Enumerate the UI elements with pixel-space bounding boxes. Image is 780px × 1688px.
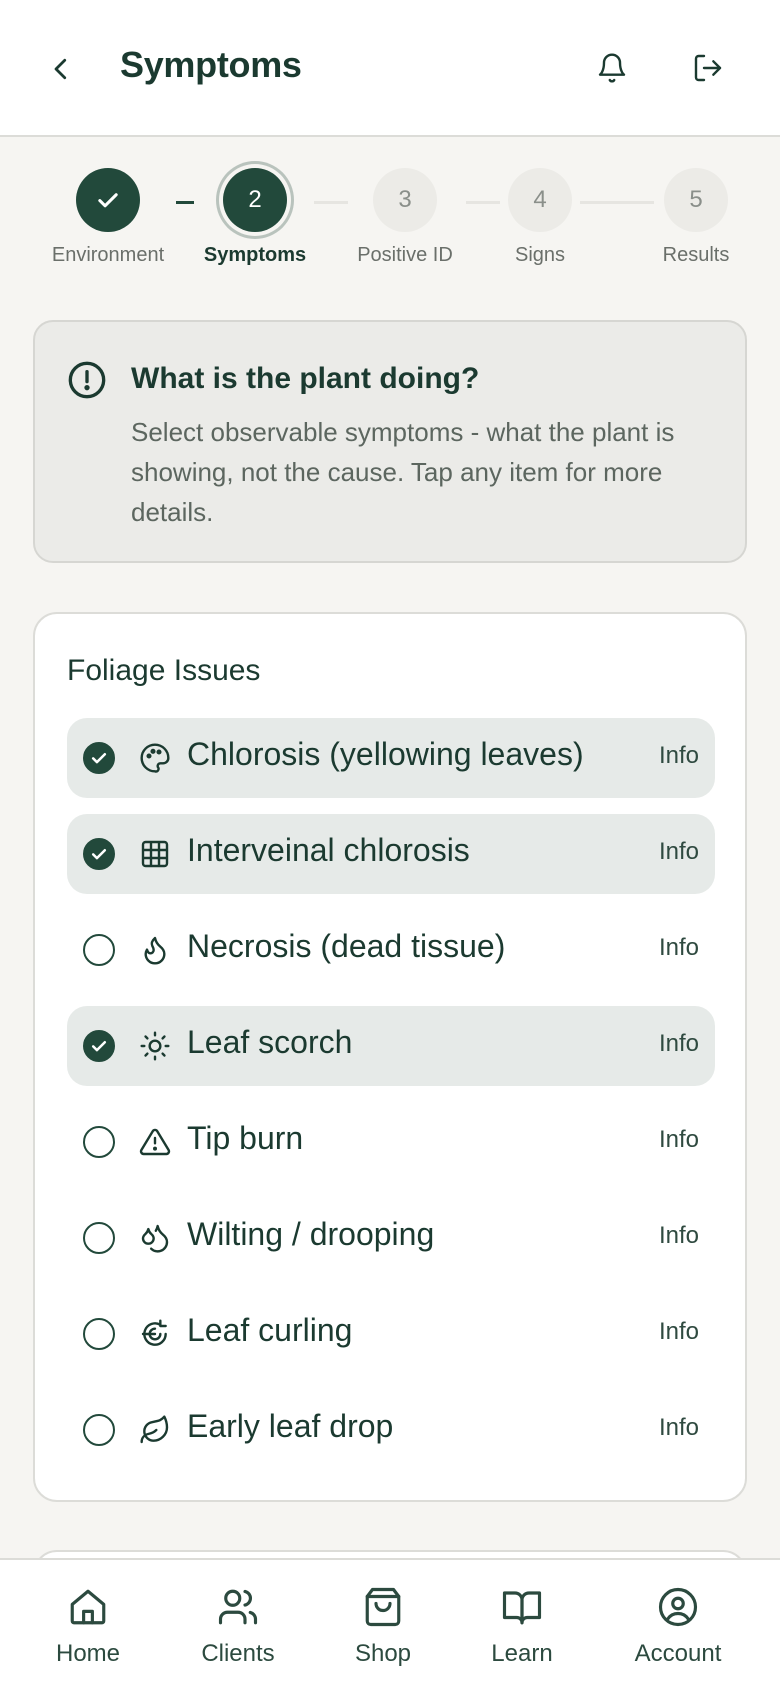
step-positive-id[interactable]: 3 Positive ID — [345, 168, 465, 267]
symptom-row-wilting[interactable]: Wilting / drooping Info — [67, 1198, 715, 1278]
step-label: Symptoms — [203, 244, 307, 266]
logout-button[interactable] — [686, 46, 730, 90]
bell-icon — [598, 53, 626, 83]
step-signs[interactable]: 4 Signs — [480, 168, 600, 267]
instruction-title: What is the plant doing? — [131, 362, 480, 395]
info-link[interactable]: Info — [659, 934, 699, 962]
instruction-card: What is the plant doing? Select observab… — [33, 320, 747, 563]
user-circle-icon — [658, 1587, 698, 1627]
logout-icon — [694, 54, 722, 82]
nav-label: Clients — [201, 1640, 275, 1667]
check-icon — [91, 753, 107, 764]
checkbox-unchecked[interactable] — [83, 1414, 115, 1446]
nav-learn[interactable]: Learn — [462, 1586, 582, 1668]
nav-home[interactable]: Home — [28, 1586, 148, 1668]
step-symptoms[interactable]: 2 Symptoms — [195, 168, 315, 267]
step-connector — [176, 201, 194, 204]
nav-label: Learn — [491, 1640, 553, 1667]
symptom-label: Early leaf drop — [187, 1408, 394, 1444]
step-circle: 5 — [664, 168, 728, 232]
nav-clients[interactable]: Clients — [178, 1586, 298, 1668]
app-header: Symptoms — [0, 0, 780, 137]
nav-label: Shop — [354, 1640, 412, 1667]
step-connector — [314, 201, 348, 204]
symptom-row-chlorosis[interactable]: Chlorosis (yellowing leaves) Info — [67, 718, 715, 798]
back-button[interactable] — [40, 48, 82, 90]
info-link[interactable]: Info — [659, 838, 699, 866]
instruction-text: Select observable symptoms - what the pl… — [131, 417, 675, 527]
nav-label: Home — [55, 1640, 121, 1667]
flame-icon — [144, 936, 166, 965]
leaf-icon — [140, 1415, 169, 1444]
nav-account[interactable]: Account — [618, 1586, 738, 1668]
checkbox-checked[interactable] — [83, 742, 115, 774]
users-icon — [218, 1589, 258, 1625]
warning-icon — [139, 1128, 171, 1156]
symptom-list: Chlorosis (yellowing leaves) Info Interv… — [67, 718, 715, 1486]
section-title: Foliage Issues — [67, 654, 261, 687]
symptom-row-interveinal-chlorosis[interactable]: Interveinal chlorosis Info — [67, 814, 715, 894]
info-link[interactable]: Info — [659, 1318, 699, 1346]
symptom-row-necrosis[interactable]: Necrosis (dead tissue) Info — [67, 910, 715, 990]
step-environment[interactable]: Environment — [48, 168, 168, 267]
book-icon — [502, 1591, 542, 1625]
step-results[interactable]: 5 Results — [636, 168, 756, 267]
step-label: Results — [662, 244, 730, 266]
grid-icon — [141, 840, 169, 868]
info-link[interactable]: Info — [659, 1222, 699, 1250]
home-icon — [70, 1589, 106, 1625]
progress-stepper: Environment 2 Symptoms 3 Positive ID 4 S… — [0, 150, 780, 280]
checkbox-unchecked[interactable] — [83, 1222, 115, 1254]
symptom-label: Interveinal chlorosis — [187, 832, 470, 868]
symptom-label: Tip burn — [187, 1120, 304, 1156]
step-label: Signs — [514, 244, 566, 266]
notifications-button[interactable] — [590, 46, 634, 90]
step-label: Positive ID — [357, 244, 453, 266]
info-link[interactable]: Info — [659, 742, 699, 770]
checkbox-unchecked[interactable] — [83, 1126, 115, 1158]
checkbox-checked[interactable] — [83, 838, 115, 870]
info-link[interactable]: Info — [659, 1030, 699, 1058]
symptom-row-tip-burn[interactable]: Tip burn Info — [67, 1102, 715, 1182]
info-link[interactable]: Info — [659, 1126, 699, 1154]
step-circle-done — [76, 168, 140, 232]
sun-icon — [140, 1031, 170, 1061]
checkbox-unchecked[interactable] — [83, 1318, 115, 1350]
symptom-label: Necrosis (dead tissue) — [187, 928, 506, 964]
curl-icon — [141, 1319, 167, 1346]
symptom-row-leaf-curling[interactable]: Leaf curling Info — [67, 1294, 715, 1374]
step-circle: 4 — [508, 168, 572, 232]
check-icon — [91, 1041, 107, 1052]
check-icon — [91, 849, 107, 860]
shopping-bag-icon — [365, 1587, 401, 1627]
alert-circle-icon — [68, 361, 106, 399]
info-link[interactable]: Info — [659, 1414, 699, 1442]
nav-label: Account — [634, 1640, 722, 1667]
palette-icon — [140, 743, 170, 773]
symptom-label: Leaf scorch — [187, 1024, 353, 1060]
symptom-label: Leaf curling — [187, 1312, 353, 1348]
symptom-label: Wilting / drooping — [187, 1216, 435, 1252]
step-circle-current: 2 — [223, 168, 287, 232]
symptom-row-leaf-scorch[interactable]: Leaf scorch Info — [67, 1006, 715, 1086]
checkbox-unchecked[interactable] — [83, 934, 115, 966]
foliage-issues-card: Foliage Issues Chlorosis (yellowing leav… — [33, 612, 747, 1502]
step-circle: 3 — [373, 168, 437, 232]
nav-shop[interactable]: Shop — [323, 1586, 443, 1668]
check-icon — [98, 193, 118, 208]
droplets-icon — [141, 1224, 169, 1253]
chevron-left-icon — [54, 58, 67, 80]
checkbox-checked[interactable] — [83, 1030, 115, 1062]
page-title: Symptoms — [120, 44, 302, 85]
symptom-row-early-leaf-drop[interactable]: Early leaf drop Info — [67, 1390, 715, 1470]
symptom-label: Chlorosis (yellowing leaves) — [187, 736, 584, 772]
bottom-navigation: Home Clients Shop Learn Account — [0, 1558, 780, 1688]
step-label: Environment — [51, 244, 165, 266]
